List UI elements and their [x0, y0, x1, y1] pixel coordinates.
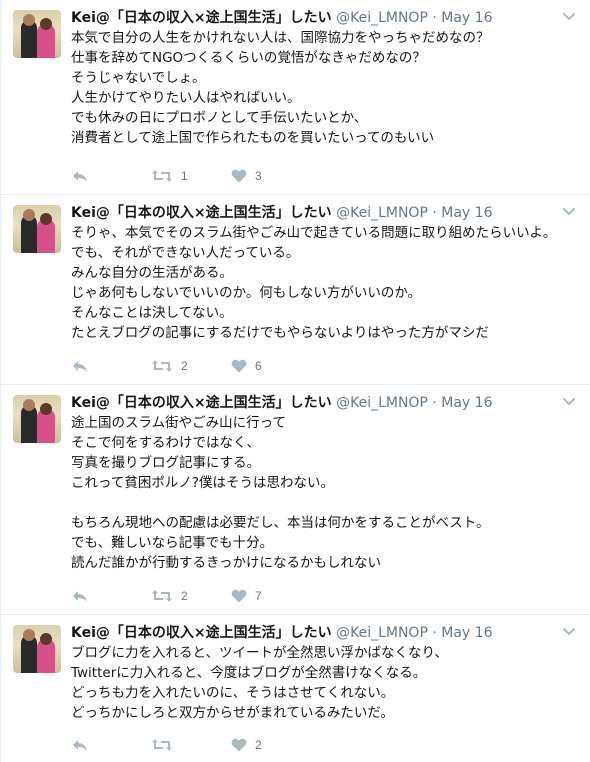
- separator-dot: ·: [432, 625, 437, 641]
- avatar-figure-head: [40, 403, 52, 415]
- chevron-down-icon[interactable]: [562, 627, 576, 637]
- retweet-icon: [152, 739, 172, 751]
- heart-icon: [231, 738, 247, 752]
- display-name[interactable]: Kei@「日本の収入×途上国生活」したい: [71, 625, 332, 641]
- retweet-count: 2: [181, 359, 188, 373]
- tweet-date[interactable]: May 16: [441, 395, 492, 411]
- tweet-text: ブログに力を入れると、ツイートが全然思い浮かばなくなり、 Twitterに力入れ…: [71, 645, 448, 721]
- reply-icon: [73, 740, 87, 751]
- tweet-text: そりゃ、本気でそのスラム街やごみ山で起きている問題に取り組めたらいいよ。 でも、…: [71, 225, 557, 341]
- tweet-text: 途上国のスラム街やごみ山に行って そこで何をするわけではなく、 写真を撮りブログ…: [71, 415, 490, 571]
- like-button[interactable]: 2: [231, 738, 311, 752]
- like-button[interactable]: 7: [231, 589, 311, 603]
- display-name[interactable]: Kei@「日本の収入×途上国生活」したい: [71, 205, 332, 221]
- like-count: 2: [255, 738, 262, 752]
- timeline: Kei@「日本の収入×途上国生活」したい @Kei_LMNOP · May 16…: [0, 0, 590, 762]
- like-button[interactable]: 3: [231, 169, 311, 183]
- user-handle[interactable]: @Kei_LMNOP: [336, 205, 428, 221]
- tweet-header: Kei@「日本の収入×途上国生活」したい @Kei_LMNOP · May 16: [71, 203, 550, 223]
- avatar-figure-head: [40, 18, 52, 30]
- reply-button[interactable]: [71, 589, 151, 603]
- retweet-icon: [152, 360, 172, 372]
- retweet-icon: [152, 170, 172, 182]
- heart-icon: [231, 169, 247, 183]
- retweet-button[interactable]: 2: [151, 359, 231, 373]
- avatar[interactable]: [13, 10, 61, 58]
- avatar-figure-head: [23, 629, 35, 641]
- like-count: 3: [255, 169, 262, 183]
- reply-button[interactable]: [71, 359, 151, 373]
- tweet-header: Kei@「日本の収入×途上国生活」したい @Kei_LMNOP · May 16: [71, 8, 550, 28]
- retweet-button[interactable]: 2: [151, 589, 231, 603]
- reply-icon: [73, 361, 87, 372]
- chevron-down-icon[interactable]: [562, 397, 576, 407]
- separator-dot: ·: [432, 205, 437, 221]
- retweet-count: 2: [181, 589, 188, 603]
- separator-dot: ·: [432, 395, 437, 411]
- tweet-date[interactable]: May 16: [441, 10, 492, 26]
- tweet-text: 本気で自分の人生をかけれない人は、国際協力をやっちゃだめなの？ 仕事を辞めてNG…: [71, 30, 490, 146]
- display-name[interactable]: Kei@「日本の収入×途上国生活」したい: [71, 395, 332, 411]
- like-count: 6: [255, 359, 262, 373]
- reply-icon: [73, 591, 87, 602]
- like-count: 7: [255, 589, 262, 603]
- tweet-actions: 1 3: [71, 166, 311, 186]
- avatar[interactable]: [13, 205, 61, 253]
- reply-button[interactable]: [71, 738, 151, 752]
- avatar-figure-head: [40, 633, 52, 645]
- avatar-figure-head: [23, 14, 35, 26]
- tweet-date[interactable]: May 16: [441, 625, 492, 641]
- tweet-header: Kei@「日本の収入×途上国生活」したい @Kei_LMNOP · May 16: [71, 393, 550, 413]
- heart-icon: [231, 589, 247, 603]
- tweet-actions: 2: [71, 735, 311, 755]
- tweet-actions: 2 6: [71, 356, 311, 376]
- retweet-button[interactable]: 1: [151, 169, 231, 183]
- avatar[interactable]: [13, 625, 61, 673]
- user-handle[interactable]: @Kei_LMNOP: [336, 625, 428, 641]
- tweet-actions: 2 7: [71, 586, 311, 606]
- retweet-button[interactable]: [151, 738, 231, 752]
- separator-dot: ·: [432, 10, 437, 26]
- retweet-icon: [152, 590, 172, 602]
- like-button[interactable]: 6: [231, 359, 311, 373]
- tweet[interactable]: Kei@「日本の収入×途上国生活」したい @Kei_LMNOP · May 16…: [1, 0, 590, 195]
- user-handle[interactable]: @Kei_LMNOP: [336, 10, 428, 26]
- tweet[interactable]: Kei@「日本の収入×途上国生活」したい @Kei_LMNOP · May 16…: [1, 195, 590, 385]
- reply-icon: [73, 171, 87, 182]
- chevron-down-icon[interactable]: [562, 207, 576, 217]
- reply-button[interactable]: [71, 169, 151, 183]
- tweet-header: Kei@「日本の収入×途上国生活」したい @Kei_LMNOP · May 16: [71, 623, 550, 643]
- avatar[interactable]: [13, 395, 61, 443]
- tweet[interactable]: Kei@「日本の収入×途上国生活」したい @Kei_LMNOP · May 16…: [1, 385, 590, 615]
- tweet[interactable]: Kei@「日本の収入×途上国生活」したい @Kei_LMNOP · May 16…: [1, 615, 590, 762]
- avatar-figure-head: [40, 213, 52, 225]
- chevron-down-icon[interactable]: [562, 12, 576, 22]
- heart-icon: [231, 359, 247, 373]
- retweet-count: 1: [181, 169, 188, 183]
- tweet-date[interactable]: May 16: [441, 205, 492, 221]
- avatar-figure-head: [23, 209, 35, 221]
- display-name[interactable]: Kei@「日本の収入×途上国生活」したい: [71, 10, 332, 26]
- user-handle[interactable]: @Kei_LMNOP: [336, 395, 428, 411]
- avatar-figure-head: [23, 399, 35, 411]
